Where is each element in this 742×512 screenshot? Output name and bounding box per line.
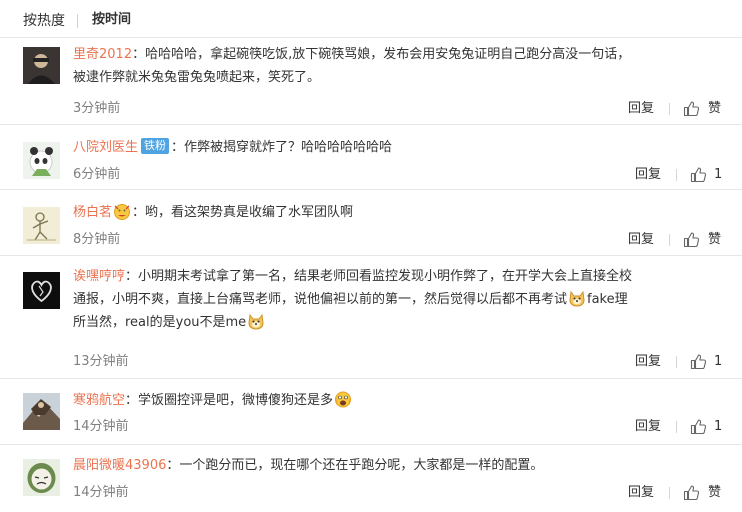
comment-content: 所当然，real的是you不是me bbox=[73, 315, 247, 330]
username[interactable]: 晨阳微暖43906 bbox=[73, 458, 166, 473]
username[interactable]: 杨白茗 bbox=[73, 205, 112, 220]
comment-item: 晨阳微暖43906：一个跑分而已，现在哪个还在乎跑分呢，大家都是一样的配置。 1… bbox=[0, 445, 742, 512]
avatar[interactable] bbox=[23, 272, 60, 309]
avatar[interactable] bbox=[23, 142, 60, 179]
comment-text: 里奇2012：哈哈哈哈，拿起碗筷吃饭,放下碗筷骂娘，发布会用安兔兔证明自己跑分高… bbox=[73, 43, 723, 89]
comment-text: 晨阳微暖43906：一个跑分而已，现在哪个还在乎跑分呢，大家都是一样的配置。 bbox=[73, 454, 723, 477]
smile-icon bbox=[113, 202, 131, 220]
comment-time: 8分钟前 bbox=[73, 232, 121, 247]
fear-icon bbox=[334, 390, 352, 408]
comment-content: ：作弊被揭穿就炸了？哈哈哈哈哈哈哈 bbox=[171, 140, 393, 155]
sort-by-time[interactable]: 按时间 bbox=[92, 11, 131, 29]
comment-content: 通报，小明不爽，直接上台痛骂老师，说他偏袒以前的第一，然后觉得以后都不再考试 bbox=[73, 292, 568, 307]
comment-text: 八院刘医生 铁粉 ：作弊被揭穿就炸了？哈哈哈哈哈哈哈 bbox=[73, 136, 723, 159]
like-count[interactable]: 1 bbox=[714, 166, 722, 184]
comment-content: ：学饭圈控评是吧，微博傻狗还是多 bbox=[125, 393, 334, 408]
comment-item: 杨白茗 ：哟，看这架势真是收编了水军团队啊 8分钟前 回复 赞 bbox=[0, 190, 742, 256]
username[interactable]: 诶嘿哼哼 bbox=[73, 269, 125, 284]
like-icon[interactable] bbox=[683, 231, 700, 248]
comment-time: 13分钟前 bbox=[73, 354, 129, 369]
avatar[interactable] bbox=[23, 207, 60, 244]
username[interactable]: 寒鸦航空 bbox=[73, 393, 125, 408]
like-icon[interactable] bbox=[690, 166, 707, 183]
comment-item: 里奇2012：哈哈哈哈，拿起碗筷吃饭,放下碗筷骂娘，发布会用安兔兔证明自己跑分高… bbox=[0, 38, 742, 125]
like-icon[interactable] bbox=[690, 418, 707, 435]
reply-button[interactable]: 回复 bbox=[628, 231, 654, 249]
like-icon[interactable] bbox=[690, 353, 707, 370]
like-count[interactable]: 赞 bbox=[708, 100, 721, 118]
comment-content: ：一个跑分而已，现在哪个还在乎跑分呢，大家都是一样的配置。 bbox=[166, 458, 544, 473]
comment-content: ：哟，看这架势真是收编了水军团队啊 bbox=[132, 205, 354, 220]
avatar[interactable] bbox=[23, 47, 60, 84]
action-divider bbox=[676, 421, 677, 433]
action-divider bbox=[669, 234, 670, 246]
action-divider bbox=[676, 356, 677, 368]
reply-button[interactable]: 回复 bbox=[635, 418, 661, 436]
username[interactable]: 里奇2012 bbox=[73, 47, 132, 62]
sort-bar: 按热度 按时间 bbox=[0, 0, 742, 38]
sort-divider bbox=[77, 14, 78, 28]
comment-content: ：哈哈哈哈，拿起碗筷吃饭,放下碗筷骂娘，发布会用安兔兔证明自己跑分高没一句话， bbox=[132, 47, 631, 62]
comment-content: ：小明期末考试拿了第一名，结果老师回看监控发现小明作弊了，在开学大会上直接全校 bbox=[125, 269, 633, 284]
comment-time: 14分钟前 bbox=[73, 419, 129, 434]
comment-time: 3分钟前 bbox=[73, 101, 121, 116]
comment-text: 诶嘿哼哼：小明期末考试拿了第一名，结果老师回看监控发现小明作弊了，在开学大会上直… bbox=[73, 265, 723, 334]
comment-time: 6分钟前 bbox=[73, 167, 121, 182]
sort-by-hot[interactable]: 按热度 bbox=[23, 11, 65, 31]
comment-item: 诶嘿哼哼：小明期末考试拿了第一名，结果老师回看监控发现小明作弊了，在开学大会上直… bbox=[0, 256, 742, 379]
doge-icon bbox=[568, 289, 586, 307]
reply-button[interactable]: 回复 bbox=[635, 353, 661, 371]
comment-content: 被逮作弊就米兔兔雷兔兔喷起来，笑死了。 bbox=[73, 70, 321, 85]
doge-icon bbox=[247, 312, 265, 330]
comment-content: fake理 bbox=[587, 292, 628, 307]
avatar[interactable] bbox=[23, 393, 60, 430]
like-icon[interactable] bbox=[683, 100, 700, 117]
action-divider bbox=[676, 169, 677, 181]
avatar[interactable] bbox=[23, 459, 60, 496]
fan-badge[interactable]: 铁粉 bbox=[141, 138, 170, 154]
like-count[interactable]: 赞 bbox=[708, 484, 721, 502]
reply-button[interactable]: 回复 bbox=[635, 166, 661, 184]
comment-time: 14分钟前 bbox=[73, 485, 129, 500]
comment-item: 寒鸦航空：学饭圈控评是吧，微博傻狗还是多 14分钟前 回复 1 bbox=[0, 379, 742, 445]
comment-item: 八院刘医生 铁粉 ：作弊被揭穿就炸了？哈哈哈哈哈哈哈 6分钟前 回复 1 bbox=[0, 125, 742, 190]
comment-text: 寒鸦航空：学饭圈控评是吧，微博傻狗还是多 bbox=[73, 389, 723, 412]
reply-button[interactable]: 回复 bbox=[628, 484, 654, 502]
reply-button[interactable]: 回复 bbox=[628, 100, 654, 118]
comment-text: 杨白茗 ：哟，看这架势真是收编了水军团队啊 bbox=[73, 201, 723, 224]
action-divider bbox=[669, 103, 670, 115]
action-divider bbox=[669, 487, 670, 499]
like-count[interactable]: 赞 bbox=[708, 231, 721, 249]
like-count[interactable]: 1 bbox=[714, 353, 722, 371]
username[interactable]: 八院刘医生 bbox=[73, 140, 138, 155]
like-icon[interactable] bbox=[683, 484, 700, 501]
like-count[interactable]: 1 bbox=[714, 418, 722, 436]
